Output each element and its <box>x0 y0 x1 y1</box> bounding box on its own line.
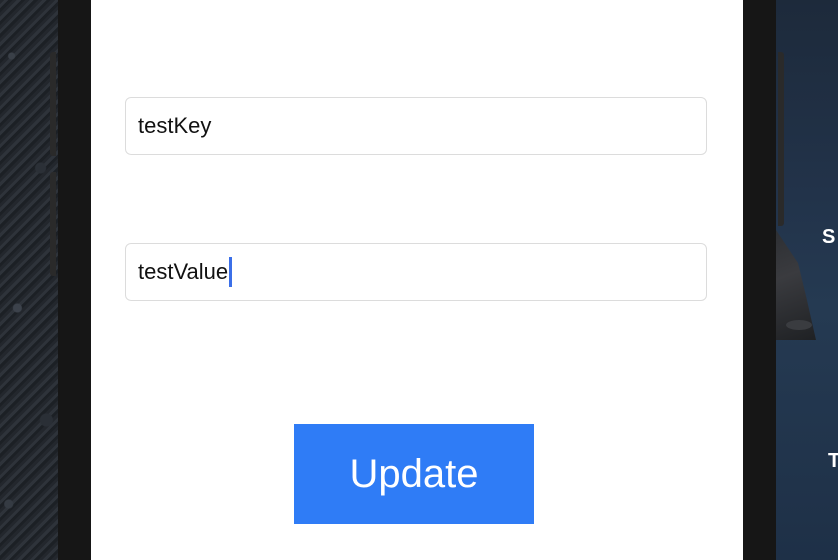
key-input[interactable]: testKey <box>125 97 707 155</box>
volume-up-button <box>50 52 56 156</box>
volume-down-button <box>50 172 56 276</box>
text-caret <box>229 257 233 287</box>
power-button <box>778 52 784 226</box>
value-input-value: testValue <box>138 259 229 284</box>
wallpaper-rock <box>786 320 812 330</box>
phone-simulator: testKey testValue Update <box>50 0 784 560</box>
app-screen: testKey testValue Update <box>91 0 743 560</box>
value-input[interactable]: testValue <box>125 243 707 301</box>
wallpaper-right: S T <box>776 0 838 560</box>
desktop: S T testKey testValue Update <box>0 0 838 560</box>
desktop-icon-label-t[interactable]: T <box>828 450 838 473</box>
desktop-icon-label-s[interactable]: S <box>822 226 835 249</box>
key-input-value: testKey <box>138 113 212 138</box>
update-button[interactable]: Update <box>294 424 534 524</box>
